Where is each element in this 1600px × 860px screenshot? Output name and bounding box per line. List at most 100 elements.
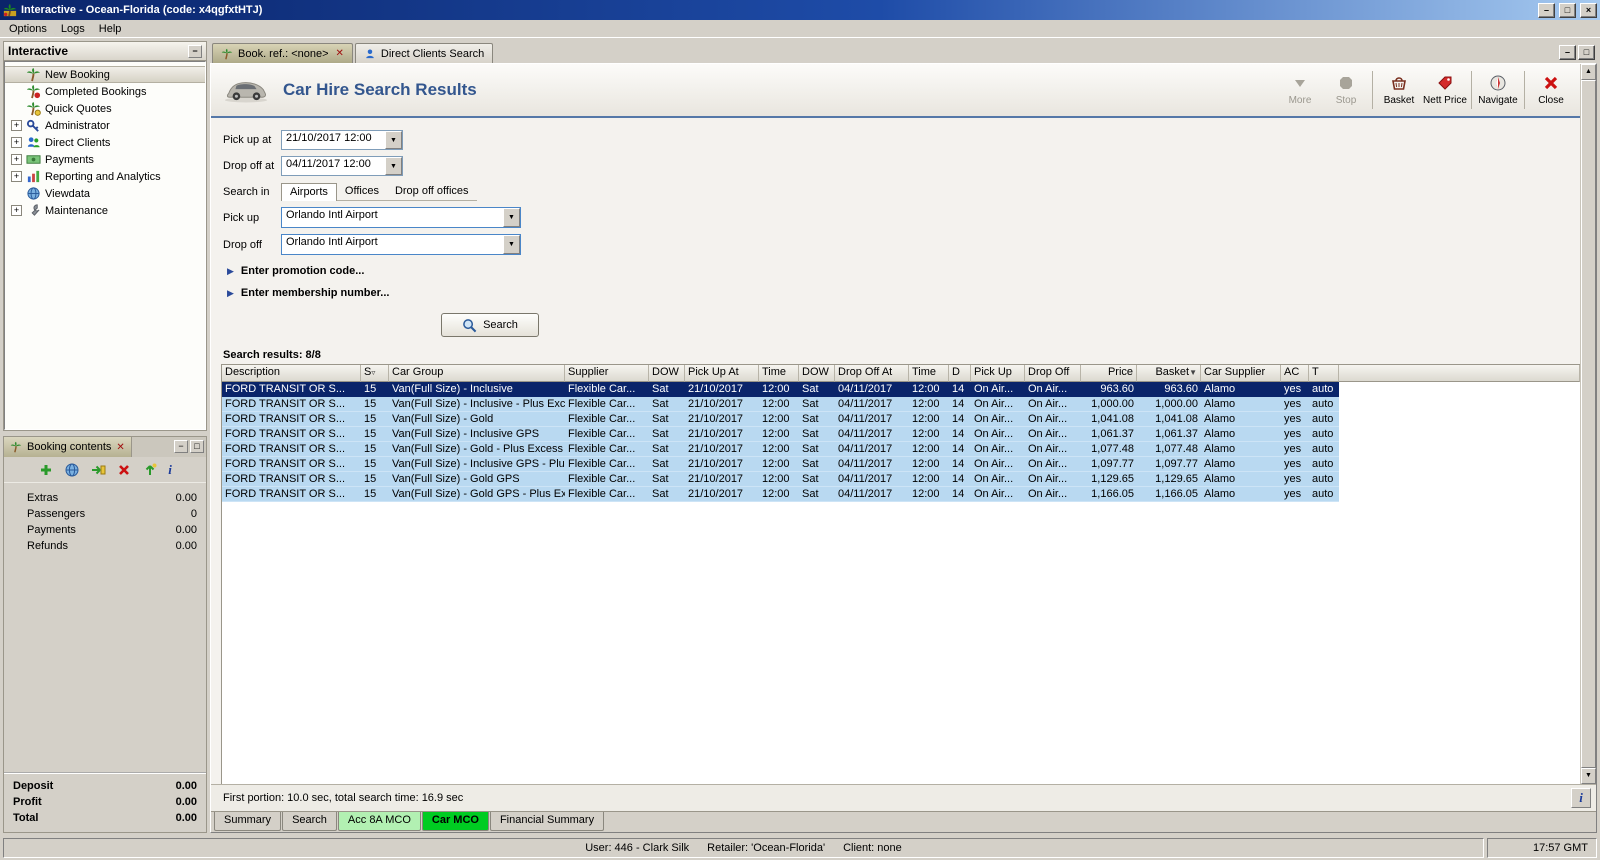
column-header-pick-up-loc[interactable]: Pick Up	[971, 365, 1025, 382]
import-icon[interactable]	[90, 462, 106, 478]
results-rows: FORD TRANSIT OR S... 15 Van(Full Size) -…	[222, 382, 1580, 502]
sidebar-item-administrator[interactable]: + Administrator	[5, 117, 205, 134]
sidebar-item-maintenance[interactable]: + Maintenance	[5, 202, 205, 219]
table-row[interactable]: FORD TRANSIT OR S... 15 Van(Full Size) -…	[222, 472, 1580, 487]
dropdown-icon[interactable]: ▼	[503, 208, 520, 227]
add-icon[interactable]	[38, 462, 54, 478]
dropdown-icon[interactable]: ▼	[503, 235, 520, 254]
column-header-dow-pickup[interactable]: DOW	[649, 365, 685, 382]
tab-drop-off-offices[interactable]: Drop off offices	[386, 183, 477, 201]
table-row[interactable]: FORD TRANSIT OR S... 15 Van(Full Size) -…	[222, 397, 1580, 412]
expand-icon[interactable]: +	[11, 120, 22, 131]
table-row[interactable]: FORD TRANSIT OR S... 15 Van(Full Size) -…	[222, 382, 1580, 397]
close-tab-icon[interactable]: ✕	[336, 48, 344, 59]
people-icon	[26, 135, 41, 150]
tab-summary[interactable]: Summary	[214, 812, 282, 831]
column-header-car-group[interactable]: Car Group	[389, 365, 565, 382]
table-row[interactable]: FORD TRANSIT OR S... 15 Van(Full Size) -…	[222, 457, 1580, 472]
nett-price-button[interactable]: Nett Price	[1422, 71, 1468, 109]
tab-offices[interactable]: Offices	[336, 183, 387, 201]
sidebar-item-new-booking[interactable]: New Booking	[5, 66, 205, 83]
expand-icon[interactable]: +	[11, 137, 22, 148]
sidebar-item-reporting[interactable]: + Reporting and Analytics	[5, 168, 205, 185]
sidebar-item-direct-clients[interactable]: + Direct Clients	[5, 134, 205, 151]
window-minimize-icon[interactable]: –	[1538, 2, 1555, 18]
menu-logs[interactable]: Logs	[54, 21, 92, 37]
column-header-ac[interactable]: AC	[1281, 365, 1309, 382]
booking-contents-tab[interactable]: Booking contents ✕	[4, 437, 132, 457]
scrollbar-thumb[interactable]	[1581, 80, 1596, 768]
vertical-scrollbar[interactable]: ▲ ▼	[1580, 64, 1596, 784]
membership-number-expander[interactable]: ▶ Enter membership number...	[227, 287, 1580, 299]
column-header-description[interactable]: Description	[222, 365, 361, 382]
cell-time-pickup: 12:00	[759, 382, 799, 397]
close-tab-icon[interactable]: ✕	[116, 442, 124, 453]
column-header-dow-dropoff[interactable]: DOW	[799, 365, 835, 382]
table-row[interactable]: FORD TRANSIT OR S... 15 Van(Full Size) -…	[222, 427, 1580, 442]
window-close-icon[interactable]: ×	[1580, 2, 1597, 18]
dropdown-icon[interactable]: ▼	[385, 131, 402, 149]
column-header-supplier[interactable]: Supplier	[565, 365, 649, 382]
promotion-code-expander[interactable]: ▶ Enter promotion code...	[227, 265, 1580, 277]
scroll-down-icon[interactable]: ▼	[1581, 768, 1596, 784]
pick-up-select[interactable]: Orlando Intl Airport ▼	[281, 207, 521, 228]
tab-car-mco[interactable]: Car MCO	[421, 812, 489, 831]
cell-time-pickup: 12:00	[759, 487, 799, 502]
column-header-basket[interactable]: Basket▼	[1137, 365, 1201, 382]
column-header-time-pickup[interactable]: Time	[759, 365, 799, 382]
close-button[interactable]: Close	[1528, 71, 1574, 109]
expand-icon[interactable]: +	[11, 171, 22, 182]
column-header-seats[interactable]: S▿	[361, 365, 389, 382]
column-header-drop-off-loc[interactable]: Drop Off	[1025, 365, 1081, 382]
pick-up-at-select[interactable]: 21/10/2017 12:00 ▼	[281, 130, 403, 150]
drop-off-at-select[interactable]: 04/11/2017 12:00 ▼	[281, 156, 403, 176]
info-button[interactable]: i	[1571, 788, 1591, 808]
stop-button[interactable]: Stop	[1323, 71, 1369, 109]
tab-airports[interactable]: Airports	[281, 183, 337, 201]
mdi-restore-icon[interactable]: □	[1578, 45, 1595, 60]
mdi-minimize-icon[interactable]: –	[1559, 45, 1576, 60]
column-header-time-dropoff[interactable]: Time	[909, 365, 949, 382]
expand-icon[interactable]: +	[11, 154, 22, 165]
column-header-days[interactable]: D	[949, 365, 971, 382]
sidebar-item-payments[interactable]: + Payments	[5, 151, 205, 168]
column-header-drop-off-at[interactable]: Drop Off At	[835, 365, 909, 382]
table-row[interactable]: FORD TRANSIT OR S... 15 Van(Full Size) -…	[222, 442, 1580, 457]
tab-booking-ref[interactable]: Book. ref.: <none> ✕	[212, 43, 353, 63]
panel-collapse-icon[interactable]: −	[188, 44, 202, 58]
dropdown-icon[interactable]: ▼	[385, 157, 402, 175]
column-header-pick-up-at[interactable]: Pick Up At	[685, 365, 759, 382]
column-header-transmission[interactable]: T	[1309, 365, 1339, 382]
window-maximize-icon[interactable]: □	[1559, 2, 1576, 18]
more-button[interactable]: More	[1277, 71, 1323, 109]
upgrade-icon[interactable]	[142, 462, 158, 478]
basket-button[interactable]: Basket	[1376, 71, 1422, 109]
info-icon[interactable]: i	[168, 462, 172, 478]
sidebar-item-quick-quotes[interactable]: Quick Quotes	[5, 100, 205, 117]
cell-supplier: Flexible Car...	[565, 382, 649, 397]
drop-off-select[interactable]: Orlando Intl Airport ▼	[281, 234, 521, 255]
expand-icon[interactable]: +	[11, 205, 22, 216]
navigate-button[interactable]: Navigate	[1475, 71, 1521, 109]
cell-transmission: auto	[1309, 457, 1339, 472]
scroll-up-icon[interactable]: ▲	[1581, 64, 1596, 80]
search-button[interactable]: Search	[441, 313, 539, 337]
table-row[interactable]: FORD TRANSIT OR S... 15 Van(Full Size) -…	[222, 487, 1580, 502]
tab-direct-clients-search[interactable]: Direct Clients Search	[354, 43, 494, 63]
column-header-price[interactable]: Price	[1081, 365, 1137, 382]
panel-minimize-icon[interactable]: −	[174, 440, 188, 453]
column-header-car-supplier[interactable]: Car Supplier	[1201, 365, 1281, 382]
table-row[interactable]: FORD TRANSIT OR S... 15 Van(Full Size) -…	[222, 412, 1580, 427]
sidebar-item-completed-bookings[interactable]: Completed Bookings	[5, 83, 205, 100]
tab-acc-8a-mco[interactable]: Acc 8A MCO	[337, 812, 421, 831]
cell-time-dropoff: 12:00	[909, 397, 949, 412]
menu-help[interactable]: Help	[92, 21, 129, 37]
globe-icon[interactable]	[64, 462, 80, 478]
tab-search[interactable]: Search	[282, 812, 337, 831]
menu-options[interactable]: Options	[2, 21, 54, 37]
sidebar-item-viewdata[interactable]: Viewdata	[5, 185, 205, 202]
delete-icon[interactable]	[116, 462, 132, 478]
tab-financial-summary[interactable]: Financial Summary	[489, 812, 605, 831]
cell-filler	[1339, 382, 1580, 397]
panel-restore-icon[interactable]: □	[190, 440, 204, 453]
